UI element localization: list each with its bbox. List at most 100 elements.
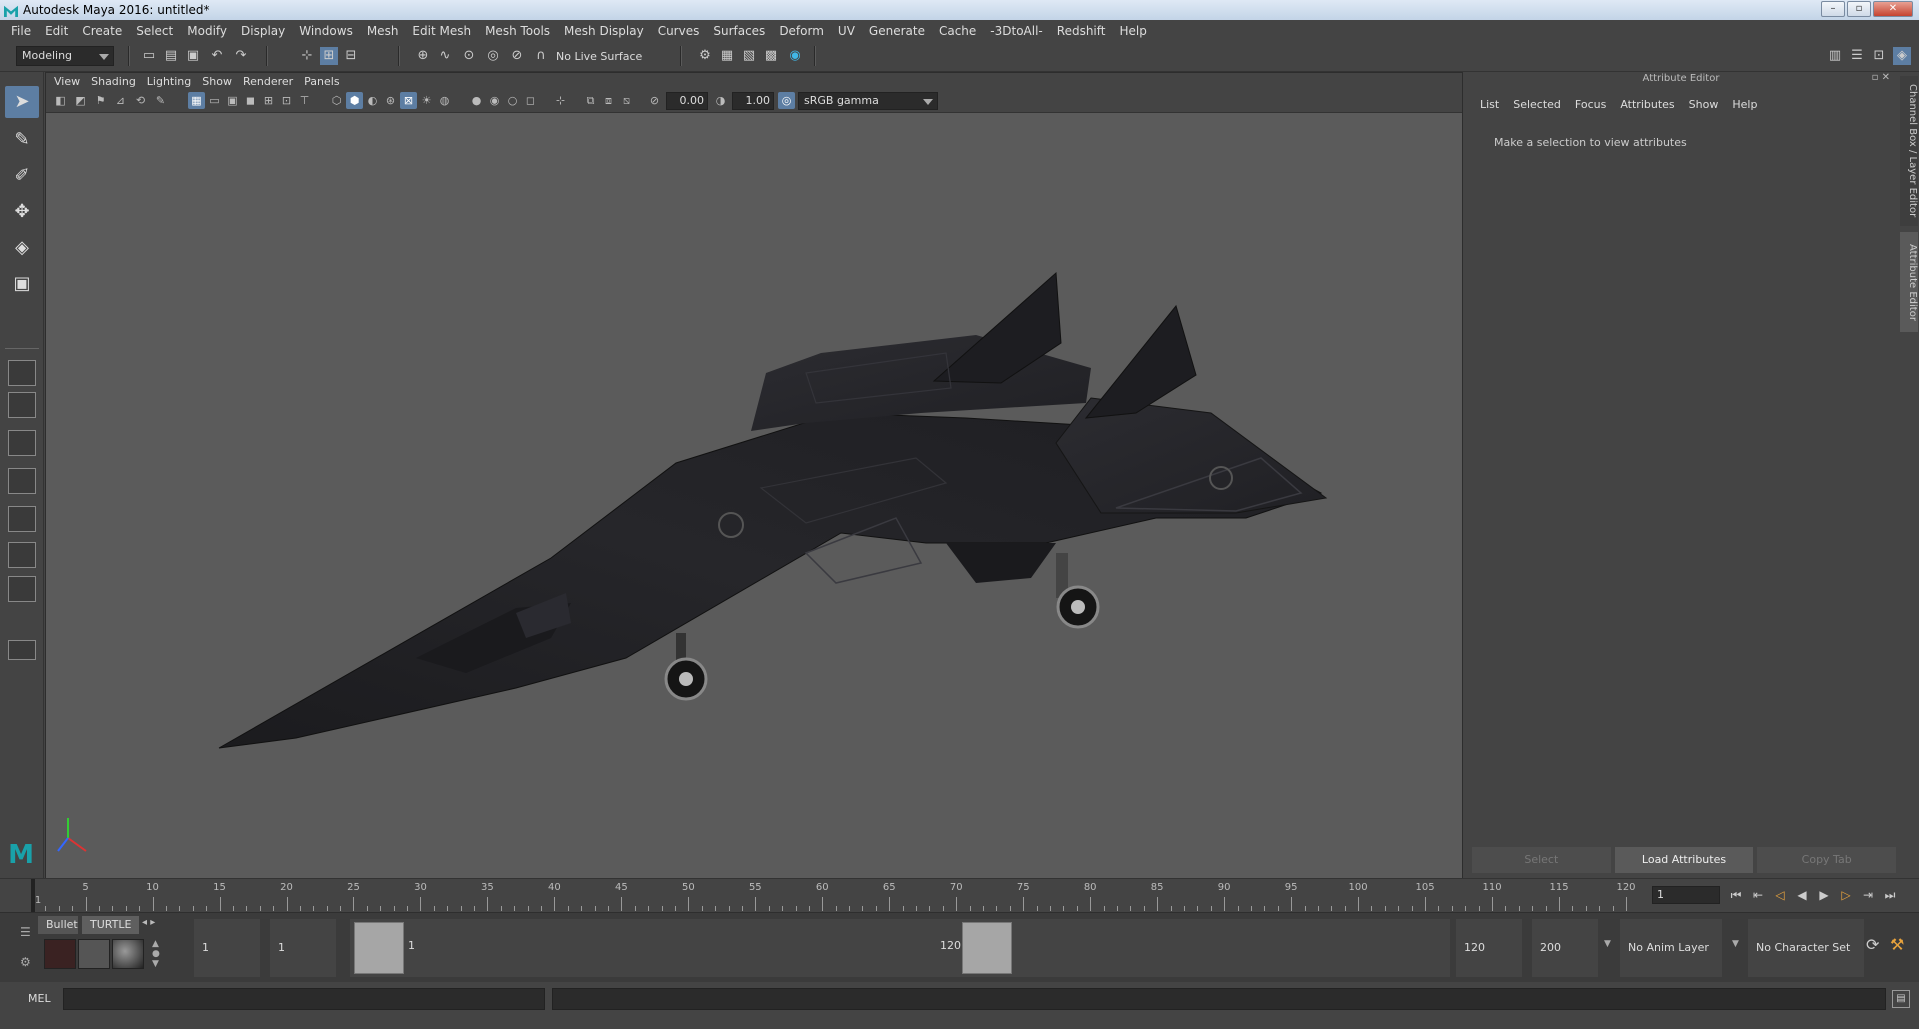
- animation-end-field[interactable]: 200: [1532, 919, 1598, 977]
- menu-deform[interactable]: Deform: [772, 24, 831, 38]
- shelf-settings-icon[interactable]: ⚙: [20, 955, 31, 969]
- outliner-toggle-icon[interactable]: ☰: [1848, 47, 1866, 65]
- shelf-tab-bullet[interactable]: Bullet: [38, 916, 78, 934]
- command-language-label[interactable]: MEL: [28, 992, 51, 1005]
- select-hierarchy-icon[interactable]: ⊹: [298, 47, 316, 65]
- four-view-layout-icon[interactable]: [8, 392, 36, 418]
- gamma-icon[interactable]: ◑: [712, 92, 729, 109]
- character-set-dropdown[interactable]: No Character Set: [1748, 919, 1864, 977]
- time-slider-track[interactable]: 1 5 10 15 20 25 30 35 40 45 50 55 60 65 70 75 80 85 90 95 10…: [28, 879, 1642, 913]
- move-tool-icon[interactable]: ✥: [5, 196, 39, 228]
- vp-menu-shading[interactable]: Shading: [91, 75, 145, 88]
- hypershade-icon[interactable]: ◉: [786, 47, 804, 65]
- preferences-icon[interactable]: ⚒: [1890, 935, 1904, 954]
- field-chart-icon[interactable]: ⊞: [260, 92, 277, 109]
- xray-icon[interactable]: ◻: [522, 92, 539, 109]
- menu-create[interactable]: Create: [75, 24, 129, 38]
- menu-curves[interactable]: Curves: [651, 24, 707, 38]
- exposure-icon[interactable]: ⊘: [646, 92, 663, 109]
- shelf-tab-turtle[interactable]: TURTLE: [82, 916, 140, 934]
- menu-redshift[interactable]: Redshift: [1050, 24, 1113, 38]
- bookmark-icon[interactable]: ⚑: [92, 92, 109, 109]
- perspective-viewport[interactable]: persp: [46, 113, 1462, 879]
- safe-action-icon[interactable]: ⊡: [278, 92, 295, 109]
- snap-grid-icon[interactable]: ⊕: [414, 47, 432, 65]
- step-forward-frame-icon[interactable]: ▷: [1838, 887, 1854, 903]
- script-editor-icon[interactable]: ▤: [1892, 990, 1910, 1008]
- select-object-icon[interactable]: ⊞: [320, 47, 338, 65]
- menu-modify[interactable]: Modify: [180, 24, 234, 38]
- redo-icon[interactable]: ↷: [232, 47, 250, 65]
- ae-menu-focus[interactable]: Focus: [1575, 98, 1606, 111]
- vp-menu-view[interactable]: View: [54, 75, 89, 88]
- film-gate-icon[interactable]: ▭: [206, 92, 223, 109]
- workspace-icon[interactable]: ▥: [1826, 47, 1844, 65]
- menu-cache[interactable]: Cache: [932, 24, 983, 38]
- menu-help[interactable]: Help: [1112, 24, 1153, 38]
- vp-menu-renderer[interactable]: Renderer: [243, 75, 302, 88]
- render-frame-icon[interactable]: ▦: [718, 47, 736, 65]
- attribute-editor-toggle-icon[interactable]: ⊡: [1870, 47, 1888, 65]
- resolution-gate-icon[interactable]: ▣: [224, 92, 241, 109]
- shadows-icon[interactable]: ☀: [418, 92, 435, 109]
- play-backwards-icon[interactable]: ◀: [1794, 887, 1810, 903]
- ae-load-attributes-button[interactable]: Load Attributes: [1614, 847, 1754, 873]
- attribute-editor-tab[interactable]: Attribute Editor: [1900, 232, 1918, 332]
- new-scene-icon[interactable]: ▭: [140, 47, 158, 65]
- select-tool-icon[interactable]: ➤: [5, 86, 39, 118]
- persp-graph-layout-icon[interactable]: [8, 468, 36, 494]
- gamma-field[interactable]: 1.00: [732, 92, 774, 110]
- animation-start-field[interactable]: 1: [194, 919, 260, 977]
- snap-point-icon[interactable]: ⊙: [460, 47, 478, 65]
- vp-menu-lighting[interactable]: Lighting: [147, 75, 200, 88]
- playback-start-field[interactable]: 1: [270, 919, 336, 977]
- 2d-pan-zoom-icon[interactable]: ⟲: [132, 92, 149, 109]
- menu-mesh[interactable]: Mesh: [360, 24, 406, 38]
- scale-tool-icon[interactable]: ▣: [5, 268, 39, 300]
- gate-mask-icon[interactable]: ◼: [242, 92, 259, 109]
- undo-icon[interactable]: ↶: [208, 47, 226, 65]
- isolate-select-icon[interactable]: ⊹: [552, 92, 569, 109]
- custom-layout-icon[interactable]: [8, 576, 36, 602]
- menu-file[interactable]: File: [4, 24, 38, 38]
- image-plane-icon[interactable]: ⊿: [112, 92, 129, 109]
- paint-select-tool-icon[interactable]: ✐: [5, 160, 39, 192]
- snap-curve-icon[interactable]: ∿: [436, 47, 454, 65]
- aircraft-model[interactable]: [46, 113, 1462, 879]
- step-back-key-icon[interactable]: ⇤: [1750, 887, 1766, 903]
- xray-joints-icon[interactable]: ⧉: [582, 92, 599, 109]
- shelf-menu-icon[interactable]: ☰: [20, 925, 31, 939]
- ae-menu-attributes[interactable]: Attributes: [1620, 98, 1674, 111]
- menu-edit-mesh[interactable]: Edit Mesh: [405, 24, 478, 38]
- step-back-frame-icon[interactable]: ◁: [1772, 887, 1788, 903]
- menu-uv[interactable]: UV: [831, 24, 862, 38]
- menu-edit[interactable]: Edit: [38, 24, 75, 38]
- range-slider[interactable]: 1 120: [350, 919, 1450, 977]
- menu-3dtoall[interactable]: -3DtoAll-: [983, 24, 1049, 38]
- ae-copy-tab-button[interactable]: Copy Tab: [1757, 847, 1897, 873]
- wireframe-on-shaded-icon[interactable]: ◐: [364, 92, 381, 109]
- xray-active-icon[interactable]: ⧈: [600, 92, 617, 109]
- material-shelf-icon[interactable]: [78, 939, 110, 969]
- panel-float-close-icon[interactable]: ▫ ✕: [1872, 72, 1890, 83]
- ae-select-button[interactable]: Select: [1472, 847, 1611, 873]
- grease-pencil-icon[interactable]: ✎: [152, 92, 169, 109]
- render-settings-icon[interactable]: ⚙: [696, 47, 714, 65]
- sphere-shelf-icon[interactable]: [112, 939, 144, 969]
- render-view-icon[interactable]: ▩: [762, 47, 780, 65]
- maximize-button[interactable]: ▫: [1847, 1, 1871, 17]
- menu-windows[interactable]: Windows: [292, 24, 360, 38]
- menu-select[interactable]: Select: [129, 24, 180, 38]
- ae-menu-list[interactable]: List: [1480, 98, 1499, 111]
- range-end-handle[interactable]: [962, 922, 1012, 974]
- range-start-handle[interactable]: [354, 922, 404, 974]
- depth-of-field-icon[interactable]: ○: [504, 92, 521, 109]
- auto-key-icon[interactable]: ⟳: [1866, 935, 1879, 954]
- exposure-field[interactable]: 0.00: [666, 92, 708, 110]
- vp-menu-show[interactable]: Show: [202, 75, 241, 88]
- channel-box-toggle-icon[interactable]: ◈: [1893, 47, 1911, 65]
- command-input[interactable]: [63, 988, 545, 1010]
- menu-generate[interactable]: Generate: [862, 24, 932, 38]
- snap-magnet-icon[interactable]: ∩: [532, 47, 550, 65]
- view-transform-dropdown[interactable]: sRGB gamma: [798, 92, 938, 110]
